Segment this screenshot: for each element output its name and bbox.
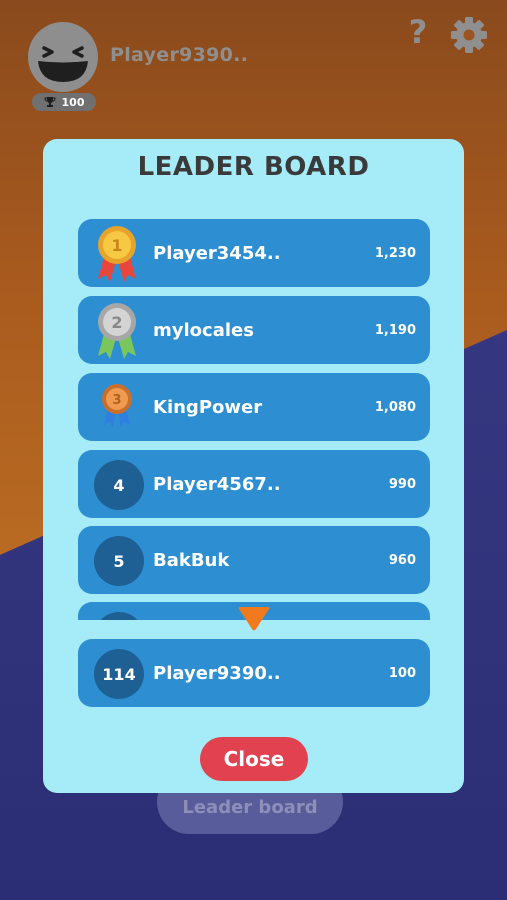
row-name: Player9390.. (153, 662, 281, 684)
row-score: 1,080 (374, 399, 416, 415)
gear-icon[interactable] (450, 16, 488, 54)
trophy-icon (44, 97, 56, 107)
leaderboard-row-2[interactable]: 2 mylocales 1,190 (78, 296, 430, 364)
smiley-face-icon (38, 46, 88, 82)
help-icon[interactable]: ? (405, 12, 431, 52)
rank-circle: 5 (94, 536, 144, 586)
trophy-count-badge: 100 (32, 93, 96, 111)
silver-medal-icon: 2 (98, 303, 136, 359)
close-button[interactable]: Close (200, 737, 308, 781)
leaderboard-row-3[interactable]: 3 KingPower 1,080 (78, 373, 430, 441)
trophy-count: 100 (61, 95, 85, 109)
row-name: KingPower (153, 396, 263, 418)
avatar[interactable] (28, 22, 98, 92)
gold-medal-icon: 1 (98, 226, 136, 282)
current-player-row[interactable]: 114 Player9390.. 100 (78, 639, 430, 707)
scroll-down-arrow-icon[interactable] (237, 606, 271, 632)
leaderboard-row-5[interactable]: 5 BakBuk 960 (78, 526, 430, 594)
rank-circle (94, 612, 144, 620)
rank-circle: 114 (94, 649, 144, 699)
row-name: Player3454.. (153, 242, 281, 264)
row-score: 990 (388, 476, 416, 492)
leaderboard-row-4[interactable]: 4 Player4567.. 990 (78, 450, 430, 518)
medal-number: 1 (111, 236, 122, 255)
bronze-medal-icon: 3 (102, 384, 132, 428)
row-score: 1,230 (374, 245, 416, 261)
medal-number: 3 (112, 393, 121, 408)
row-name: Player4567.. (153, 473, 281, 495)
row-score: 1,190 (374, 322, 416, 338)
row-name: BakBuk (153, 549, 230, 571)
leaderboard-title: LEADER BOARD (137, 152, 370, 182)
row-score: 960 (388, 552, 416, 568)
player-name: Player9390.. (110, 44, 249, 66)
row-name: mylocales (153, 319, 254, 341)
rank-circle: 4 (94, 460, 144, 510)
leaderboard-row-1[interactable]: 1 Player3454.. 1,230 (78, 219, 430, 287)
leaderboard-list[interactable]: 1 Player3454.. 1,230 2 mylocales 1,190 3… (78, 219, 430, 620)
medal-number: 2 (111, 313, 122, 332)
row-score: 100 (388, 665, 416, 681)
